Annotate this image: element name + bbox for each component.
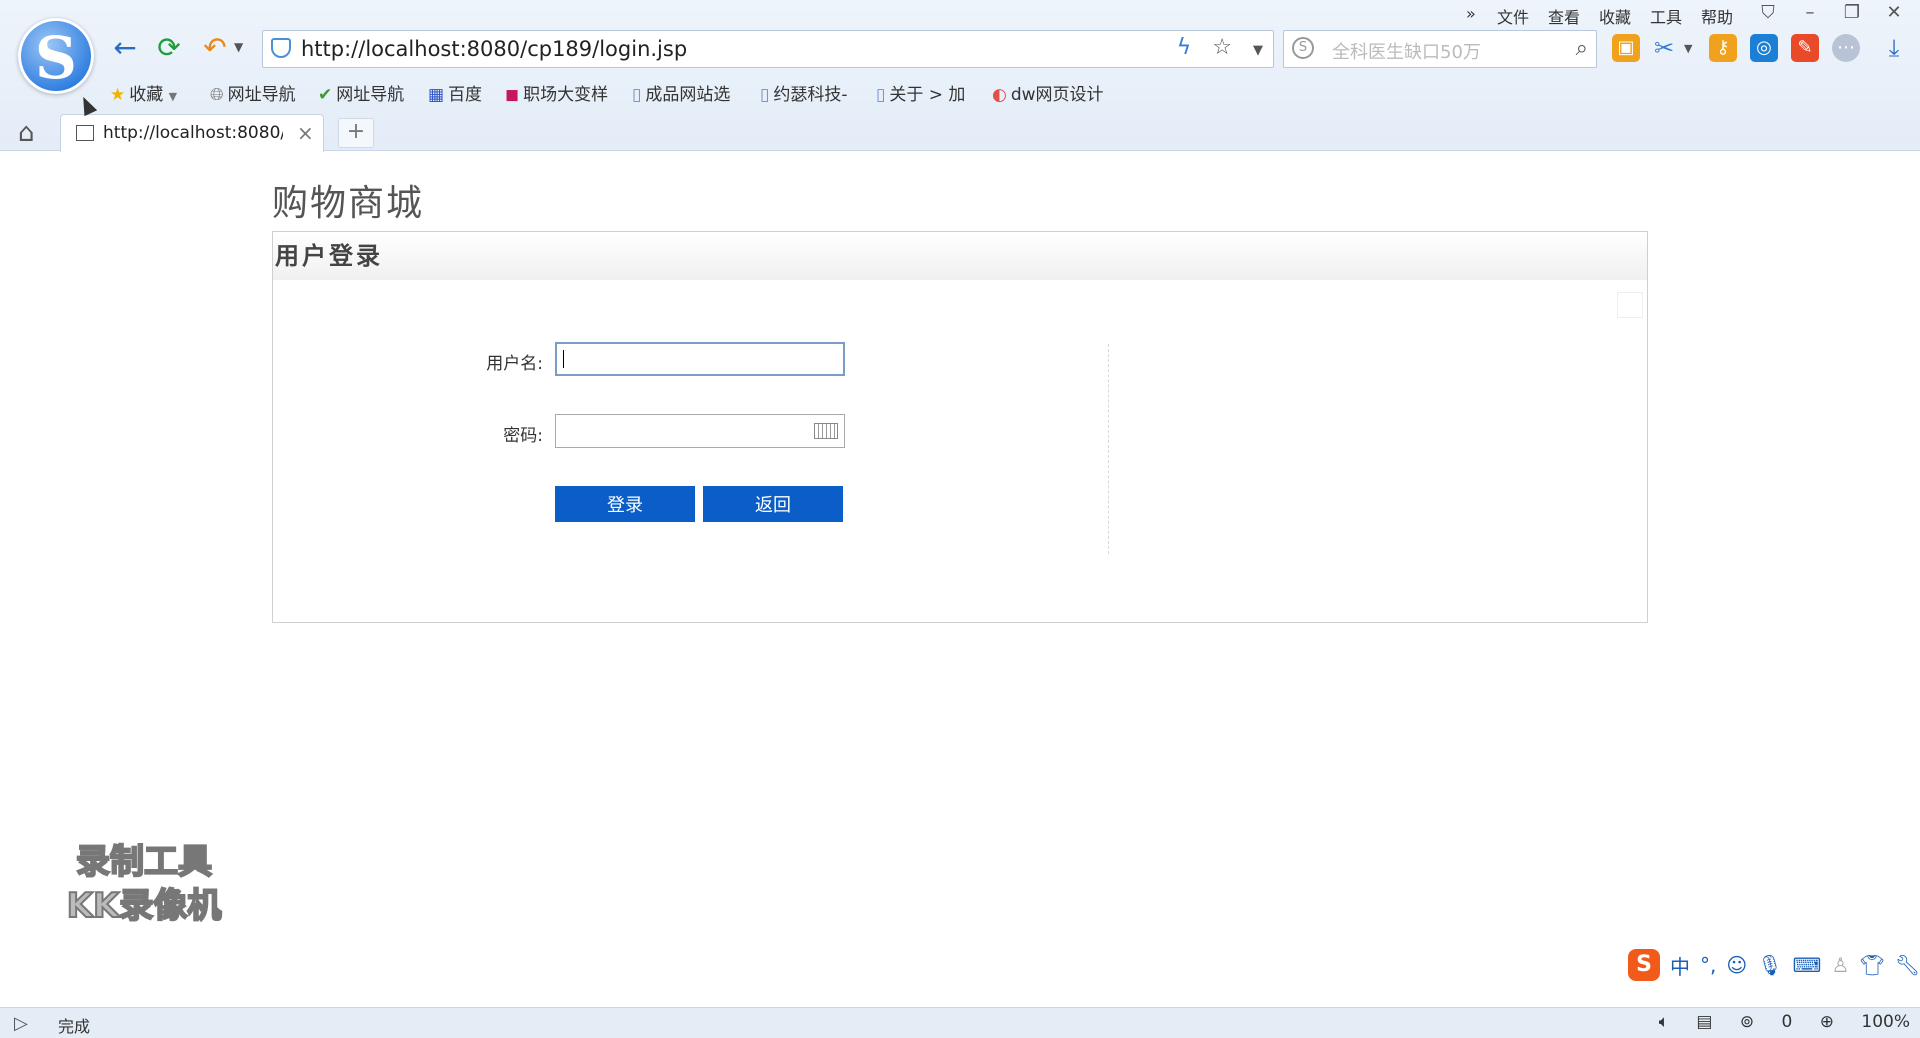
fav-item-baidu[interactable]: ▦ 百度 xyxy=(428,80,482,105)
security-shield-icon xyxy=(271,38,291,58)
ime-language[interactable]: 中 xyxy=(1670,951,1690,980)
globe-icon: 🌐︎ xyxy=(210,85,224,105)
search-engine-icon[interactable]: S xyxy=(1292,37,1314,59)
new-tab-button[interactable]: + xyxy=(338,118,374,148)
scissors-dropdown-icon[interactable]: ▼ xyxy=(1684,42,1692,55)
refresh-icon[interactable]: ⟳ xyxy=(151,30,187,66)
close-window-icon[interactable]: ✕ xyxy=(1883,2,1905,24)
speed-mode-icon[interactable]: ϟ xyxy=(1177,35,1192,60)
page-icon: ▯ xyxy=(760,85,770,105)
page-favicon-icon xyxy=(76,125,94,141)
username-input[interactable] xyxy=(555,342,845,376)
bookmark-star-icon[interactable]: ☆ xyxy=(1212,35,1232,60)
restore-icon[interactable]: ❐ xyxy=(1841,2,1863,24)
password-label: 密码: xyxy=(503,426,543,446)
fav-item-nav-1[interactable]: 🌐︎ 网址导航 xyxy=(210,80,296,105)
password-input[interactable] xyxy=(555,414,845,448)
login-button[interactable]: 登录 xyxy=(555,486,695,522)
text-caret xyxy=(563,350,564,368)
back-arrow-icon[interactable]: ← xyxy=(107,30,143,66)
dw-icon: ◐ xyxy=(992,85,1007,105)
sogou-ime-icon[interactable]: S xyxy=(1628,949,1660,981)
user-icon[interactable]: ♙ xyxy=(1831,953,1849,977)
status-play-icon[interactable]: ▷ xyxy=(14,1013,28,1034)
keyboard-icon[interactable] xyxy=(814,423,838,439)
clipboard-icon[interactable]: ▣ xyxy=(1612,34,1640,62)
address-dropdown-icon[interactable]: ▼ xyxy=(1253,43,1263,58)
settings-wrench-icon[interactable]: 🔧︎ xyxy=(1895,953,1920,977)
username-label: 用户名: xyxy=(486,354,543,374)
menu-favorites[interactable]: 收藏 xyxy=(1599,4,1631,28)
fav-item-sites[interactable]: ▯ 成品网站选 xyxy=(632,80,730,105)
baidu-paw-icon: ▦ xyxy=(428,85,445,105)
fav-item-dw[interactable]: ◐ dw网页设计 xyxy=(992,80,1104,105)
favorites-star-icon: ★ xyxy=(110,85,126,105)
fav-item-workplace[interactable]: ◼ 职场大变样 xyxy=(505,80,608,105)
microphone-icon[interactable]: 🎙︎ xyxy=(1757,953,1782,977)
more-apps-icon[interactable]: ⋯ xyxy=(1832,34,1860,62)
tab-login[interactable]: http://localhost:8080/c × xyxy=(60,114,324,152)
panel-header: 用户登录 xyxy=(273,232,1647,280)
zoom-level[interactable]: ⊕ 100% xyxy=(1820,1012,1910,1032)
login-panel: 用户登录 用户名: 密码: 登录 返回 xyxy=(272,231,1648,623)
plugin-icon[interactable]: ✎ xyxy=(1791,34,1819,62)
status-tray: 🔈︎ ▤ ⊚ 0 ⊕ 100% xyxy=(1637,1012,1910,1032)
emoji-icon[interactable]: ☺ xyxy=(1726,953,1747,977)
minimize-icon[interactable]: – xyxy=(1799,2,1821,24)
menu-more-icon[interactable]: » xyxy=(1466,4,1476,23)
page-icon: ▯ xyxy=(876,85,886,105)
panel-corner-box xyxy=(1617,292,1643,318)
download-count[interactable]: ⊚ 0 xyxy=(1740,1012,1792,1032)
menu-help[interactable]: 帮助 xyxy=(1701,4,1733,28)
search-icon[interactable]: ⌕ xyxy=(1576,36,1588,61)
panel-title: 用户登录 xyxy=(275,241,383,270)
address-bar[interactable]: http://localhost:8080/cp189/login.jsp ϟ … xyxy=(262,30,1274,68)
status-text: 完成 xyxy=(58,1017,91,1036)
tab-close-icon[interactable]: × xyxy=(297,121,314,145)
home-icon[interactable]: ⌂ xyxy=(18,118,35,148)
fav-item-about[interactable]: ▯ 关于 > 加 xyxy=(876,80,965,105)
hao-icon: ✔ xyxy=(318,85,333,105)
workplace-icon: ◼ xyxy=(505,85,520,105)
search-box[interactable]: S 全科医生缺口50万 ⌕ xyxy=(1283,30,1597,68)
back-button[interactable]: 返回 xyxy=(703,486,843,522)
site-title: 购物商城 xyxy=(272,183,425,224)
address-text[interactable]: http://localhost:8080/cp189/login.jsp xyxy=(301,37,687,61)
status-bar: ▷ 完成 🔈︎ ▤ ⊚ 0 ⊕ 100% xyxy=(0,1007,1920,1038)
soft-keyboard-icon[interactable]: ⌨ xyxy=(1793,953,1822,977)
skin-shirt-icon[interactable]: 👕︎ xyxy=(1859,953,1884,977)
panel-divider xyxy=(1108,344,1109,554)
download-icon[interactable]: ⤓ xyxy=(1880,34,1908,62)
undo-dropdown-icon[interactable]: ▼ xyxy=(234,40,243,54)
recorder-watermark: 录制工具 KK录像机 xyxy=(66,841,223,927)
address-actions: ϟ ☆ ▼ xyxy=(1177,35,1263,60)
network-icon[interactable]: ▤ xyxy=(1696,1012,1712,1032)
menu-file[interactable]: 文件 xyxy=(1497,4,1529,28)
key-icon[interactable]: ⚷ xyxy=(1709,34,1737,62)
fav-item-nav-2[interactable]: ✔ 网址导航 xyxy=(318,80,404,105)
tab-title: http://localhost:8080/c xyxy=(103,123,283,143)
fav-item-yuese[interactable]: ▯ 约瑟科技- xyxy=(760,80,848,105)
undo-icon[interactable]: ↶ xyxy=(197,30,233,66)
skin-icon[interactable]: ⛉ xyxy=(1757,2,1779,24)
favorites-menu[interactable]: ★ 收藏 ▼ xyxy=(110,80,177,105)
screenshot-scissors-icon[interactable]: ✂ xyxy=(1650,34,1678,62)
browser-chrome: S » 文件 查看 收藏 工具 帮助 ⛉ – ❐ ✕ ← ⟳ ↶ ▼ http:… xyxy=(0,0,1920,152)
page-icon: ▯ xyxy=(632,85,642,105)
search-input[interactable]: 全科医生缺口50万 xyxy=(1332,38,1481,64)
menu-tools[interactable]: 工具 xyxy=(1650,4,1682,28)
browser-logo-icon[interactable]: S xyxy=(18,18,94,94)
volume-icon[interactable]: 🔈︎ xyxy=(1659,1012,1669,1032)
ime-toolbar: S 中 °, ☺ 🎙︎ ⌨ ♙ 👕︎ 🔧︎ xyxy=(1628,948,1920,982)
qq-browser-icon[interactable]: ◎ xyxy=(1750,34,1778,62)
menu-view[interactable]: 查看 xyxy=(1548,4,1580,28)
punctuation-icon[interactable]: °, xyxy=(1700,953,1716,977)
